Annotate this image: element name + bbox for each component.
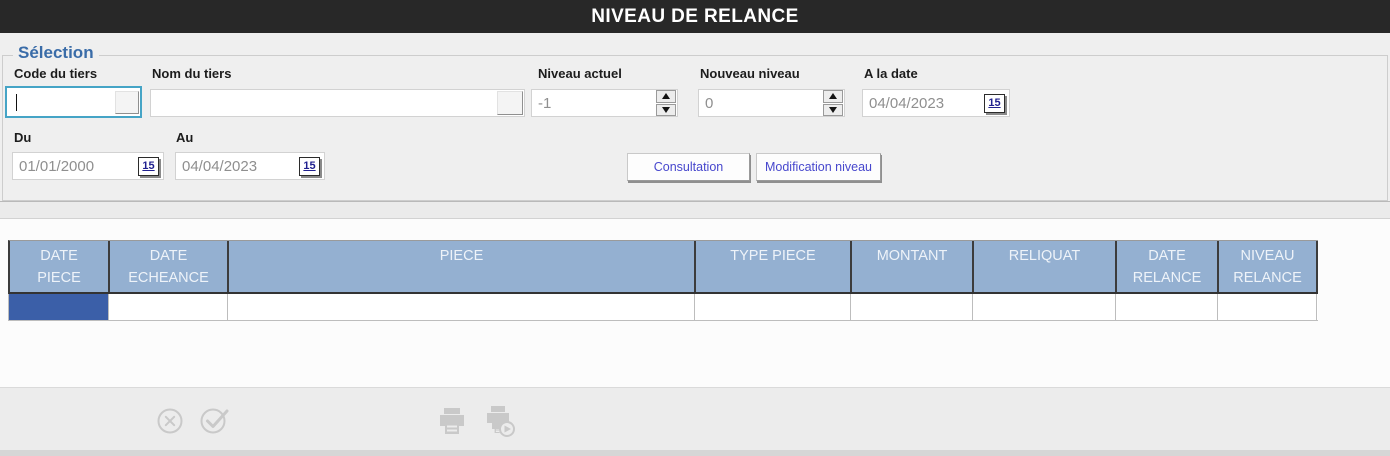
niveau-actuel-field [531,89,678,117]
nouveau-niveau-input[interactable] [699,95,823,112]
column-header-type-piece[interactable]: TYPE PIECE [696,241,852,292]
au-input[interactable] [176,158,299,175]
nouveau-niveau-spinner [823,90,843,116]
niveau-actuel-input[interactable] [532,95,656,112]
du-label: Du [14,130,31,145]
print-export-icon[interactable]: E [481,404,517,438]
table-cell[interactable] [228,294,695,320]
arrow-down-icon [829,107,837,113]
calendar-icon[interactable]: 15 [138,157,159,176]
modification-niveau-button[interactable]: Modification niveau [756,153,881,181]
table-cell[interactable] [851,294,973,320]
column-header-date-echeance[interactable]: DATE ECHEANCE [110,241,229,292]
table-cell[interactable] [695,294,851,320]
arrow-up-icon [662,93,670,99]
arrow-down-icon [662,107,670,113]
spin-down-button[interactable] [823,104,843,117]
niveau-actuel-spinner [656,90,676,116]
arrow-up-icon [829,93,837,99]
validate-icon[interactable] [198,403,234,437]
code-tiers-label: Code du tiers [14,66,97,81]
table-cell-selected[interactable] [9,294,109,320]
table-cell[interactable] [973,294,1116,320]
nouveau-niveau-field [698,89,845,117]
text-caret [16,94,17,111]
calendar-icon[interactable]: 15 [299,157,320,176]
calendar-icon[interactable]: 15 [984,94,1005,113]
spin-up-button[interactable] [656,90,676,103]
nom-tiers-label: Nom du tiers [152,66,231,81]
relance-table: DATE PIECE DATE ECHEANCE PIECE TYPE PIEC… [8,240,1318,321]
du-field: 15 [12,152,164,180]
page-title: NIVEAU DE RELANCE [591,6,798,28]
window-bottom-edge [0,450,1390,456]
spin-down-button[interactable] [656,104,676,117]
code-tiers-input[interactable] [7,94,115,111]
nouveau-niveau-label: Nouveau niveau [700,66,800,81]
column-header-niveau-relance[interactable]: NIVEAU RELANCE [1219,241,1318,292]
column-header-piece[interactable]: PIECE [229,241,696,292]
table-cell[interactable] [109,294,228,320]
column-header-date-relance[interactable]: DATE RELANCE [1117,241,1219,292]
du-input[interactable] [13,158,138,175]
horizontal-divider [0,201,1390,219]
table-cell[interactable] [1218,294,1317,320]
niveau-actuel-label: Niveau actuel [538,66,622,81]
column-header-reliquat[interactable]: RELIQUAT [974,241,1117,292]
nom-tiers-field [150,89,525,117]
window-titlebar: NIVEAU DE RELANCE [0,0,1390,33]
table-header-row: DATE PIECE DATE ECHEANCE PIECE TYPE PIEC… [8,240,1318,294]
a-la-date-label: A la date [864,66,918,81]
spin-up-button[interactable] [823,90,843,103]
nom-tiers-input[interactable] [151,95,497,112]
selection-legend: Sélection [13,43,99,63]
table-cell[interactable] [1116,294,1218,320]
consultation-button[interactable]: Consultation [627,153,750,181]
column-header-montant[interactable]: MONTANT [852,241,974,292]
au-field: 15 [175,152,325,180]
code-tiers-field [5,86,142,118]
table-row [8,294,1318,321]
nom-tiers-lookup-button[interactable] [497,91,523,115]
au-label: Au [176,130,193,145]
a-la-date-field: 15 [862,89,1010,117]
print-icon[interactable] [436,405,468,437]
column-header-date-piece[interactable]: DATE PIECE [10,241,110,292]
a-la-date-input[interactable] [863,95,984,112]
code-tiers-lookup-button[interactable] [115,91,139,114]
cancel-icon[interactable] [155,406,185,436]
